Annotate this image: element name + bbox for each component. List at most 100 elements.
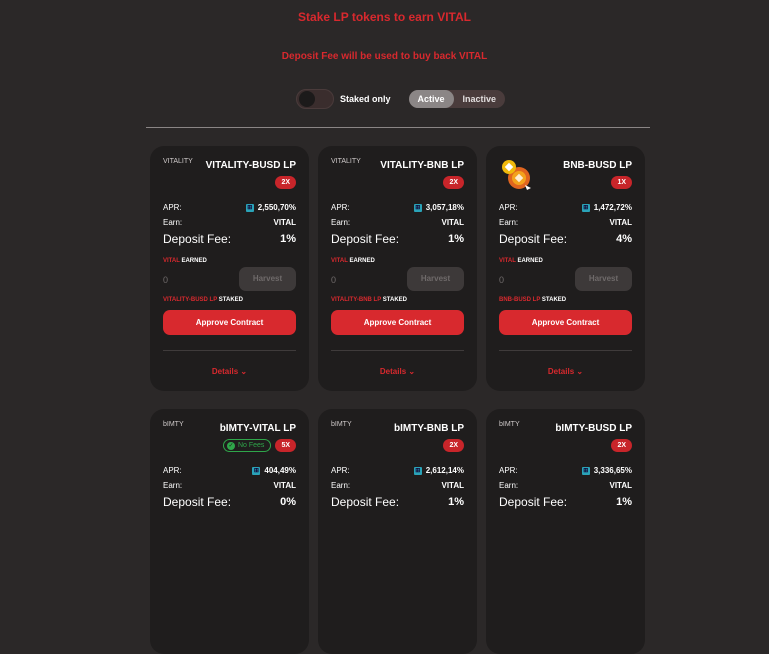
calculator-icon[interactable]: ⊞ [413,203,422,212]
calculator-icon[interactable]: ⊞ [413,466,422,475]
deposit-fee-label: Deposit Fee: [331,232,400,246]
apr-label: APR: [499,466,518,475]
deposit-fee-label: Deposit Fee: [163,232,232,246]
multiplier-badge: 2X [443,439,464,452]
apr-row: APR: ⊞ 3,057,18% [331,203,464,212]
approve-contract-button[interactable]: Approve Contract [331,310,464,335]
earned-label: VITAL EARNED [499,258,543,264]
farm-title: bIMTY-BNB LP [394,423,464,434]
earn-value: VITAL [609,218,632,227]
bnb-busd-token-icon [502,160,531,190]
earn-label: Earn: [163,481,183,490]
harvest-button[interactable]: Harvest [239,267,296,291]
farm-card: bIMTY bIMTY-BNB LP 2X APR: ⊞ 2,612,14% Ear… [318,409,477,654]
earn-row: Earn: VITAL [331,218,464,227]
earned-value: 0 [499,275,505,285]
deposit-fee-value: 4% [616,233,632,245]
apr-value: 3,057,18% [425,203,464,212]
tab-active[interactable]: Active [408,90,454,108]
apr-row: APR: ⊞ 1,472,72% [499,203,632,212]
earned-label: VITAL EARNED [163,258,207,264]
apr-row: APR: ⊞ 404,49% [163,466,296,475]
farm-title: bIMTY-BUSD LP [555,423,632,434]
apr-value: 3,336,65% [593,466,632,475]
multiplier-badge: 2X [275,176,296,189]
deposit-fee-label: Deposit Fee: [499,495,568,509]
earn-value: VITAL [441,481,464,490]
card-divider [331,350,464,351]
earn-value: VITAL [273,218,296,227]
toggle-knob [299,91,315,107]
apr-value: 2,550,70% [257,203,296,212]
details-toggle[interactable]: Details ⌄ [318,367,477,376]
apr-value: 1,472,72% [593,203,632,212]
calculator-icon[interactable]: ⊞ [252,466,261,475]
status-tabs: Active Inactive [408,90,506,108]
deposit-fee-value: 1% [448,233,464,245]
harvest-button[interactable]: Harvest [575,267,632,291]
farm-logo: VITALITY [163,158,193,165]
details-toggle[interactable]: Details ⌄ [150,367,309,376]
details-toggle[interactable]: Details ⌄ [486,367,645,376]
farm-card: BNB-BUSD LP 1X APR: ⊞ 1,472,72% Earn: VITAL… [486,146,645,391]
deposit-fee-row: Deposit Fee: 1% [499,495,632,509]
deposit-fee-value: 0% [280,496,296,508]
farm-grid: VITALITY VITALITY-BUSD LP 2X APR: ⊞ 2,550,… [150,146,645,654]
farm-title: VITALITY-BUSD LP [205,160,296,171]
apr-row: APR: ⊞ 2,612,14% [331,466,464,475]
earn-label: Earn: [499,481,519,490]
page-subtitle: Deposit Fee will be used to buy back VIT… [281,51,488,62]
staked-only-label: Staked only [340,94,391,104]
multiplier-badge: 5X [275,439,296,452]
chevron-down-icon: ⌄ [408,367,416,376]
harvest-button[interactable]: Harvest [407,267,464,291]
farm-card: VITALITY VITALITY-BUSD LP 2X APR: ⊞ 2,550,… [150,146,309,391]
no-fees-badge: ✓ No Fees [222,439,272,452]
staked-only-toggle[interactable] [296,89,334,109]
chevron-down-icon: ⌄ [576,367,584,376]
calculator-icon[interactable]: ⊞ [581,466,590,475]
farm-title: bIMTY-VITAL LP [219,423,296,434]
deposit-fee-value: 1% [448,496,464,508]
deposit-fee-row: Deposit Fee: 1% [331,232,464,246]
earn-row: Earn: VITAL [499,218,632,227]
farm-card: VITALITY VITALITY-BNB LP 2X APR: ⊞ 3,057,1… [318,146,477,391]
calculator-icon[interactable]: ⊞ [581,203,590,212]
earn-row: Earn: VITAL [499,481,632,490]
card-divider [163,350,296,351]
calculator-icon[interactable]: ⊞ [245,203,254,212]
earn-value: VITAL [273,481,296,490]
staked-label: VITALITY-BUSD LP STAKED [163,297,244,303]
deposit-fee-row: Deposit Fee: 1% [163,232,296,246]
farm-card: bIMTY bIMTY-BUSD LP 2X APR: ⊞ 3,336,65% Ea… [486,409,645,654]
farm-title: BNB-BUSD LP [563,160,632,171]
apr-label: APR: [163,203,182,212]
earn-label: Earn: [331,218,351,227]
section-divider [146,127,650,128]
deposit-fee-row: Deposit Fee: 4% [499,232,632,246]
apr-row: APR: ⊞ 3,336,65% [499,466,632,475]
earn-label: Earn: [331,481,351,490]
multiplier-badge: 2X [443,176,464,189]
approve-contract-button[interactable]: Approve Contract [499,310,632,335]
earn-row: Earn: VITAL [163,481,296,490]
apr-label: APR: [331,466,350,475]
earn-label: Earn: [163,218,183,227]
deposit-fee-label: Deposit Fee: [331,495,400,509]
staked-label: BNB-BUSD LP STAKED [499,297,567,303]
apr-label: APR: [499,203,518,212]
card-divider [499,350,632,351]
deposit-fee-row: Deposit Fee: 0% [163,495,296,509]
filter-controls: Staked only Active Inactive [296,89,506,109]
deposit-fee-label: Deposit Fee: [499,232,568,246]
earn-row: Earn: VITAL [331,481,464,490]
apr-row: APR: ⊞ 2,550,70% [163,203,296,212]
deposit-fee-value: 1% [616,496,632,508]
staked-label: VITALITY-BNB LP STAKED [331,297,408,303]
farm-logo: VITALITY [331,158,361,165]
approve-contract-button[interactable]: Approve Contract [163,310,296,335]
farm-logo: bIMTY [499,421,520,428]
earned-value: 0 [331,275,337,285]
tab-inactive[interactable]: Inactive [454,90,506,108]
farm-card: bIMTY bIMTY-VITAL LP ✓ No Fees 5X APR: ⊞ 40… [150,409,309,654]
